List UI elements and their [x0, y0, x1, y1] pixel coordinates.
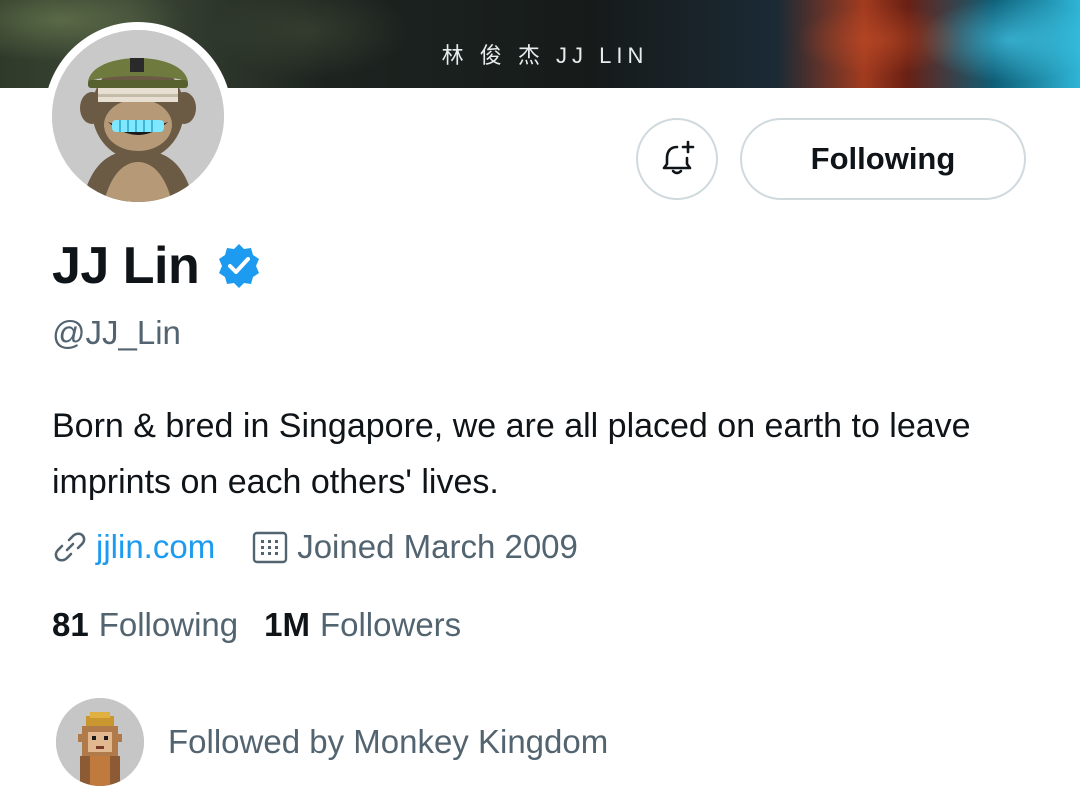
- following-count: 81: [52, 606, 89, 643]
- followed-by-text: Followed by Monkey Kingdom: [168, 723, 609, 760]
- following-stat[interactable]: 81 Following: [52, 606, 238, 644]
- followed-by-row[interactable]: Followed by Monkey Kingdom: [56, 698, 608, 786]
- profile-meta: jjlin.com Joined March 2009: [52, 528, 578, 566]
- verified-badge-icon[interactable]: [215, 242, 263, 290]
- profile-name: JJ Lin: [52, 237, 200, 295]
- notify-button[interactable]: [636, 118, 718, 200]
- link-icon: [54, 532, 86, 562]
- profile-handle: @JJ_Lin: [52, 314, 181, 351]
- bell-plus-icon: [662, 140, 695, 175]
- joined-date: Joined March 2009: [297, 528, 578, 565]
- profile-bio: Born & bred in Singapore, we are all pla…: [52, 407, 971, 501]
- followers-label: Followers: [319, 606, 462, 643]
- website-link[interactable]: jjlin.com: [96, 528, 215, 566]
- website-item[interactable]: jjlin.com: [52, 528, 215, 566]
- joined-item: Joined March 2009: [251, 528, 578, 566]
- avatar-image: [52, 30, 224, 202]
- profile-avatar[interactable]: [44, 22, 232, 210]
- follow-stats: 81 Following 1M Followers: [52, 606, 461, 644]
- followers-stat[interactable]: 1M Followers: [264, 606, 461, 644]
- pixel-monkey-avatar-icon: [56, 698, 144, 786]
- ape-avatar-icon: [52, 30, 224, 202]
- calendar-icon: [253, 531, 288, 564]
- following-button[interactable]: Following: [740, 118, 1026, 200]
- followers-count: 1M: [264, 606, 310, 643]
- following-label: Following: [98, 606, 239, 643]
- profile-name-row: JJ Lin: [52, 236, 263, 296]
- follower-avatar[interactable]: [56, 698, 144, 786]
